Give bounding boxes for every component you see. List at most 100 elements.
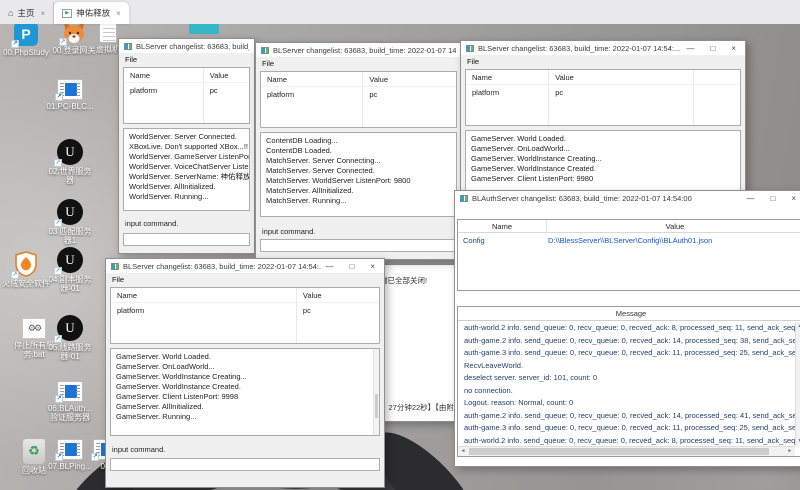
- app-icon: [460, 195, 468, 202]
- config-table: Name Value Config D:\\BlessServer\\BLSer…: [457, 219, 800, 291]
- log-output: WorldServer. Server Connected.XBoxLive. …: [123, 128, 250, 211]
- log-line: GameServer. WorldInstance Creating...: [116, 372, 379, 382]
- message-line: auth-world.2 info. send_queue: 0, recv_q…: [464, 322, 795, 335]
- log-line: MatchServer. Server Connecting...: [266, 156, 456, 166]
- log-line: GameServer. WorldInstance Created.: [471, 164, 740, 174]
- log-line: MatchServer. Server Connected.: [266, 166, 456, 176]
- close-button[interactable]: ×: [731, 44, 736, 53]
- log-line: WorldServer. AllInitialized.: [129, 182, 249, 192]
- log-line: GameServer. OnLoadWorld...: [471, 144, 740, 154]
- scrollbar-thumb[interactable]: [375, 394, 378, 418]
- unreal-icon: U↗: [57, 139, 83, 165]
- unreal-icon: U↗: [57, 199, 83, 225]
- file-menu[interactable]: File: [112, 275, 124, 284]
- kv-table: NameValue platformpc: [260, 71, 457, 128]
- message-line: auth-world.2 info. send_queue: 0, recv_q…: [464, 435, 795, 447]
- minimize-button[interactable]: —: [686, 44, 694, 53]
- window-title: BLServer changelist: 63683, build_time: …: [478, 44, 682, 53]
- file-menu[interactable]: File: [467, 57, 479, 66]
- tab-shenyou[interactable]: ▶ 神佑释放 ×: [54, 2, 129, 24]
- vertical-scrollbar[interactable]: ▲ ▼: [795, 322, 800, 446]
- log-line: GameServer. Client ListenPort: 9980: [471, 174, 740, 184]
- command-input[interactable]: [260, 239, 457, 252]
- title-bar[interactable]: BLServer changelist: 63683, build_time: …: [106, 259, 384, 273]
- message-panel: Message auth-world.2 info. send_queue: 0…: [457, 306, 800, 457]
- file-menu[interactable]: File: [262, 59, 274, 68]
- shortcut-arrow-icon: ↗: [11, 271, 19, 279]
- log-scrollbar[interactable]: [373, 349, 379, 435]
- shortcut-arrow-icon: ↗: [54, 267, 62, 275]
- close-button[interactable]: ×: [370, 262, 375, 271]
- horizontal-scrollbar[interactable]: ◄ ►: [458, 446, 795, 456]
- scroll-up-icon[interactable]: ▲: [796, 322, 800, 331]
- file-menu[interactable]: File: [125, 55, 137, 64]
- input-command-label: input command.: [262, 227, 315, 236]
- config-path: D:\\BlessServer\\BLServer\Config\\BLAuth…: [548, 236, 712, 245]
- desktop-icon-blauth[interactable]: ↗ 06.BLAuth... 验证服务器: [42, 381, 98, 422]
- col-value: Value: [210, 71, 229, 80]
- command-input[interactable]: [110, 458, 380, 471]
- shortcut-arrow-icon: ↗: [55, 395, 63, 403]
- screen: ⌂ 主页 × ▶ 神佑释放 × P↗ 00.PhpStudy: [0, 0, 800, 490]
- title-bar[interactable]: BLServer changelist: 63683, build_time: …: [256, 43, 461, 57]
- window-blauthserver: BLAuthServer changelist: 63683, build_ti…: [454, 190, 800, 467]
- log-line: GameServer. World Loaded.: [471, 134, 740, 144]
- desktop-icon-pc-blc[interactable]: ↗ 01.PC-BLC...: [42, 79, 98, 111]
- app-window-icon: ↗: [57, 381, 83, 402]
- input-command-label: input command.: [125, 219, 178, 228]
- tab-home-label: 主页: [17, 7, 34, 19]
- scroll-left-icon[interactable]: ◄: [458, 447, 468, 456]
- log-line: ContentDB Loaded.: [266, 146, 456, 156]
- input-command-label: input command.: [112, 445, 165, 454]
- kv-table: NameValue platformpc: [465, 69, 741, 126]
- maximize-button[interactable]: □: [710, 44, 715, 53]
- desktop-icon-line-server[interactable]: U↗ 05.线路服务 器-01: [42, 315, 98, 361]
- log-line: GameServer. Client ListenPort: 9998: [116, 392, 379, 402]
- maximize-button[interactable]: □: [349, 262, 354, 271]
- message-line: deselect server. server_id: 101, count: …: [464, 372, 795, 385]
- app-icon: [261, 47, 269, 54]
- log-line: WorldServer. Running...: [129, 192, 249, 202]
- window-blserver-match: BLServer changelist: 63683, build_time: …: [255, 42, 462, 260]
- maximize-button[interactable]: □: [770, 194, 775, 203]
- app-window-icon: ↗: [57, 79, 83, 100]
- table-row: platformpc: [261, 87, 456, 102]
- tab-shenyou-close-icon[interactable]: ×: [116, 9, 121, 18]
- console-uptime-text: ：27分钟22秒】【由附件: [381, 402, 461, 413]
- title-bar[interactable]: BLServer changelist: 63683, build_time: …: [461, 41, 745, 55]
- col-name: Name: [130, 71, 150, 80]
- table-row: platformpc: [124, 83, 249, 98]
- desktop-icon-phpstudy[interactable]: P↗ 00.PhpStudy: [0, 22, 52, 57]
- message-line: auth-game.2 info. send_queue: 0, recv_qu…: [464, 410, 795, 423]
- desktop-icon-match-server[interactable]: U↗ 03.匹配服务 器1: [42, 199, 98, 245]
- minimize-button[interactable]: —: [746, 194, 754, 203]
- tab-home[interactable]: ⌂ 主页 ×: [0, 2, 54, 24]
- close-button[interactable]: ×: [791, 194, 796, 203]
- desktop-icon-dungeon-server[interactable]: U↗ 04.副本服务 器-01: [42, 247, 98, 293]
- title-bar[interactable]: BLAuthServer changelist: 63683, build_ti…: [455, 191, 800, 206]
- shortcut-arrow-icon: ↗: [91, 453, 99, 461]
- tab-home-close-icon[interactable]: ×: [40, 9, 45, 18]
- scroll-right-icon[interactable]: ►: [785, 447, 795, 456]
- col-name: Name: [458, 222, 546, 231]
- table-row: platformpc: [466, 85, 740, 100]
- log-line: ContentDB Loading...: [266, 136, 456, 146]
- log-output: GameServer. World Loaded.GameServer. OnL…: [110, 348, 380, 436]
- window-title: BLServer changelist: 63683, build_time: …: [136, 42, 249, 51]
- minimize-button[interactable]: —: [325, 262, 333, 271]
- window-blserver-world: BLServer changelist: 63683, build_time: …: [118, 38, 255, 254]
- command-input[interactable]: [123, 233, 250, 246]
- scrollbar-thumb[interactable]: [469, 448, 769, 455]
- log-line: WorldServer. Server Connected.: [129, 132, 249, 142]
- window-blserver-game-9998: BLServer changelist: 63683, build_time: …: [105, 258, 385, 488]
- desktop-icon-world-server[interactable]: U↗ 02.世界服务 器: [42, 139, 98, 185]
- table-row: platformpc: [111, 303, 379, 318]
- log-line: WorldServer. GameServer ListenPort: 99: [129, 152, 249, 162]
- window-title: BLAuthServer changelist: 63683, build_ti…: [472, 194, 742, 203]
- shortcut-arrow-icon: ↗: [11, 40, 19, 48]
- log-line: MatchServer. Running...: [266, 196, 456, 206]
- shield-flame-icon: ↗: [14, 251, 38, 277]
- app-window-icon: ↗: [57, 439, 83, 460]
- title-bar[interactable]: BLServer changelist: 63683, build_time: …: [119, 39, 254, 53]
- scroll-down-icon[interactable]: ▼: [796, 437, 800, 446]
